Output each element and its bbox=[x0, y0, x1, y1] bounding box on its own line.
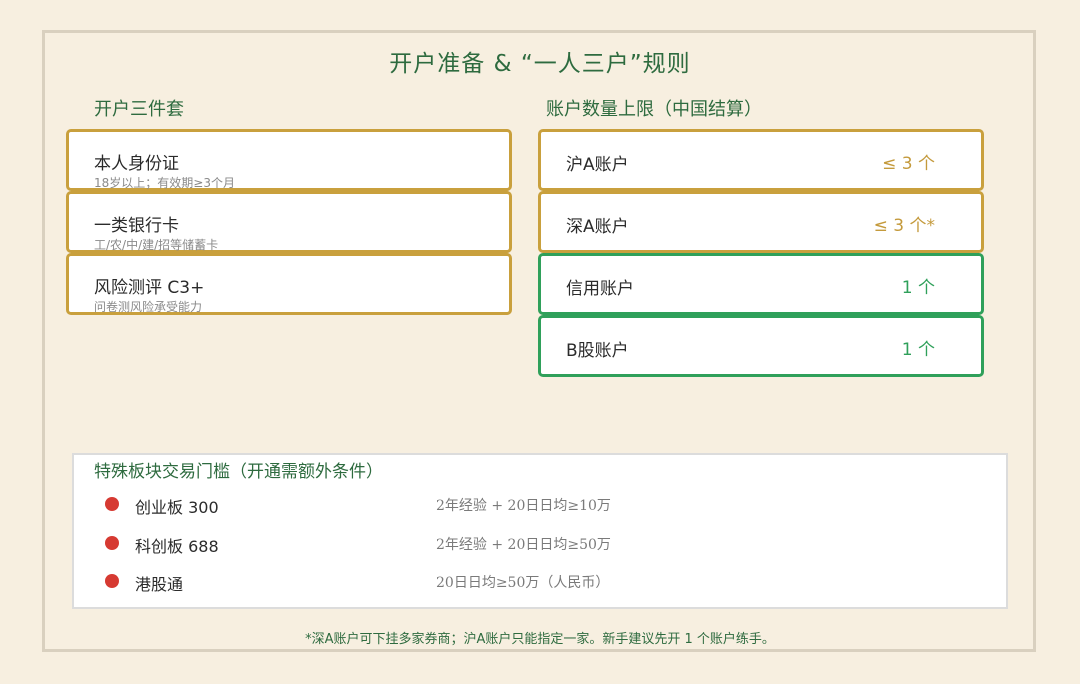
board-row: 创业板 300 2年经验 + 20日日均≥10万 bbox=[74, 489, 1006, 519]
footnote: *深A账户可下挂多家券商；沪A账户只能指定一家。新手建议先开 1 个账户练手。 bbox=[305, 632, 775, 647]
limit-card-sh-a: 沪A账户 ≤ 3 个 bbox=[538, 129, 984, 191]
limit-card-value: ≤ 3 个 bbox=[882, 154, 935, 174]
limit-card-label: 深A账户 bbox=[566, 217, 629, 237]
bullet-dot-icon bbox=[105, 536, 119, 550]
kit-card-label: 本人身份证 bbox=[94, 154, 179, 174]
board-name: 港股通 bbox=[135, 575, 184, 594]
kit-card-risk-test: 风险测评 C3+ 问卷测风险承受能力 bbox=[66, 253, 512, 315]
limits-heading: 账户数量上限（中国结算） bbox=[546, 99, 762, 120]
bullet-dot-icon bbox=[105, 497, 119, 511]
limit-card-value: ≤ 3 个* bbox=[873, 216, 935, 236]
board-name: 创业板 300 bbox=[135, 498, 219, 517]
board-requirement: 20日日均≥50万（人民币） bbox=[436, 575, 610, 591]
board-requirement: 2年经验 + 20日日均≥50万 bbox=[436, 537, 611, 553]
special-boards-panel: 特殊板块交易门槛（开通需额外条件） 创业板 300 2年经验 + 20日日均≥1… bbox=[72, 453, 1008, 609]
boards-heading: 特殊板块交易门槛（开通需额外条件） bbox=[94, 462, 383, 482]
limit-card-sz-a: 深A账户 ≤ 3 个* bbox=[538, 191, 984, 253]
limit-card-label: 信用账户 bbox=[566, 279, 634, 299]
limit-card-value: 1 个 bbox=[901, 278, 935, 298]
board-name: 科创板 688 bbox=[135, 537, 219, 556]
board-row: 港股通 20日日均≥50万（人民币） bbox=[74, 566, 1006, 596]
limit-card-label: 沪A账户 bbox=[566, 155, 629, 175]
board-row: 科创板 688 2年经验 + 20日日均≥50万 bbox=[74, 528, 1006, 558]
bullet-dot-icon bbox=[105, 574, 119, 588]
board-requirement: 2年经验 + 20日日均≥10万 bbox=[436, 498, 611, 514]
kit-card-label: 风险测评 C3+ bbox=[94, 278, 205, 298]
kit-card-bank-card: 一类银行卡 工/农/中/建/招等储蓄卡 bbox=[66, 191, 512, 253]
page-title: 开户准备 & “一人三户”规则 bbox=[389, 51, 691, 77]
limit-card-b-share: B股账户 1 个 bbox=[538, 315, 984, 377]
kit-card-label: 一类银行卡 bbox=[94, 216, 179, 236]
kit-card-sub: 问卷测风险承受能力 bbox=[94, 300, 203, 314]
kit-card-sub: 工/农/中/建/招等储蓄卡 bbox=[94, 238, 219, 252]
kit-card-id-card: 本人身份证 18岁以上；有效期≥3个月 bbox=[66, 129, 512, 191]
limit-card-value: 1 个 bbox=[901, 340, 935, 360]
kit-card-sub: 18岁以上；有效期≥3个月 bbox=[94, 176, 235, 190]
limit-card-label: B股账户 bbox=[566, 341, 629, 361]
limit-card-credit: 信用账户 1 个 bbox=[538, 253, 984, 315]
kit-heading: 开户三件套 bbox=[94, 99, 184, 120]
